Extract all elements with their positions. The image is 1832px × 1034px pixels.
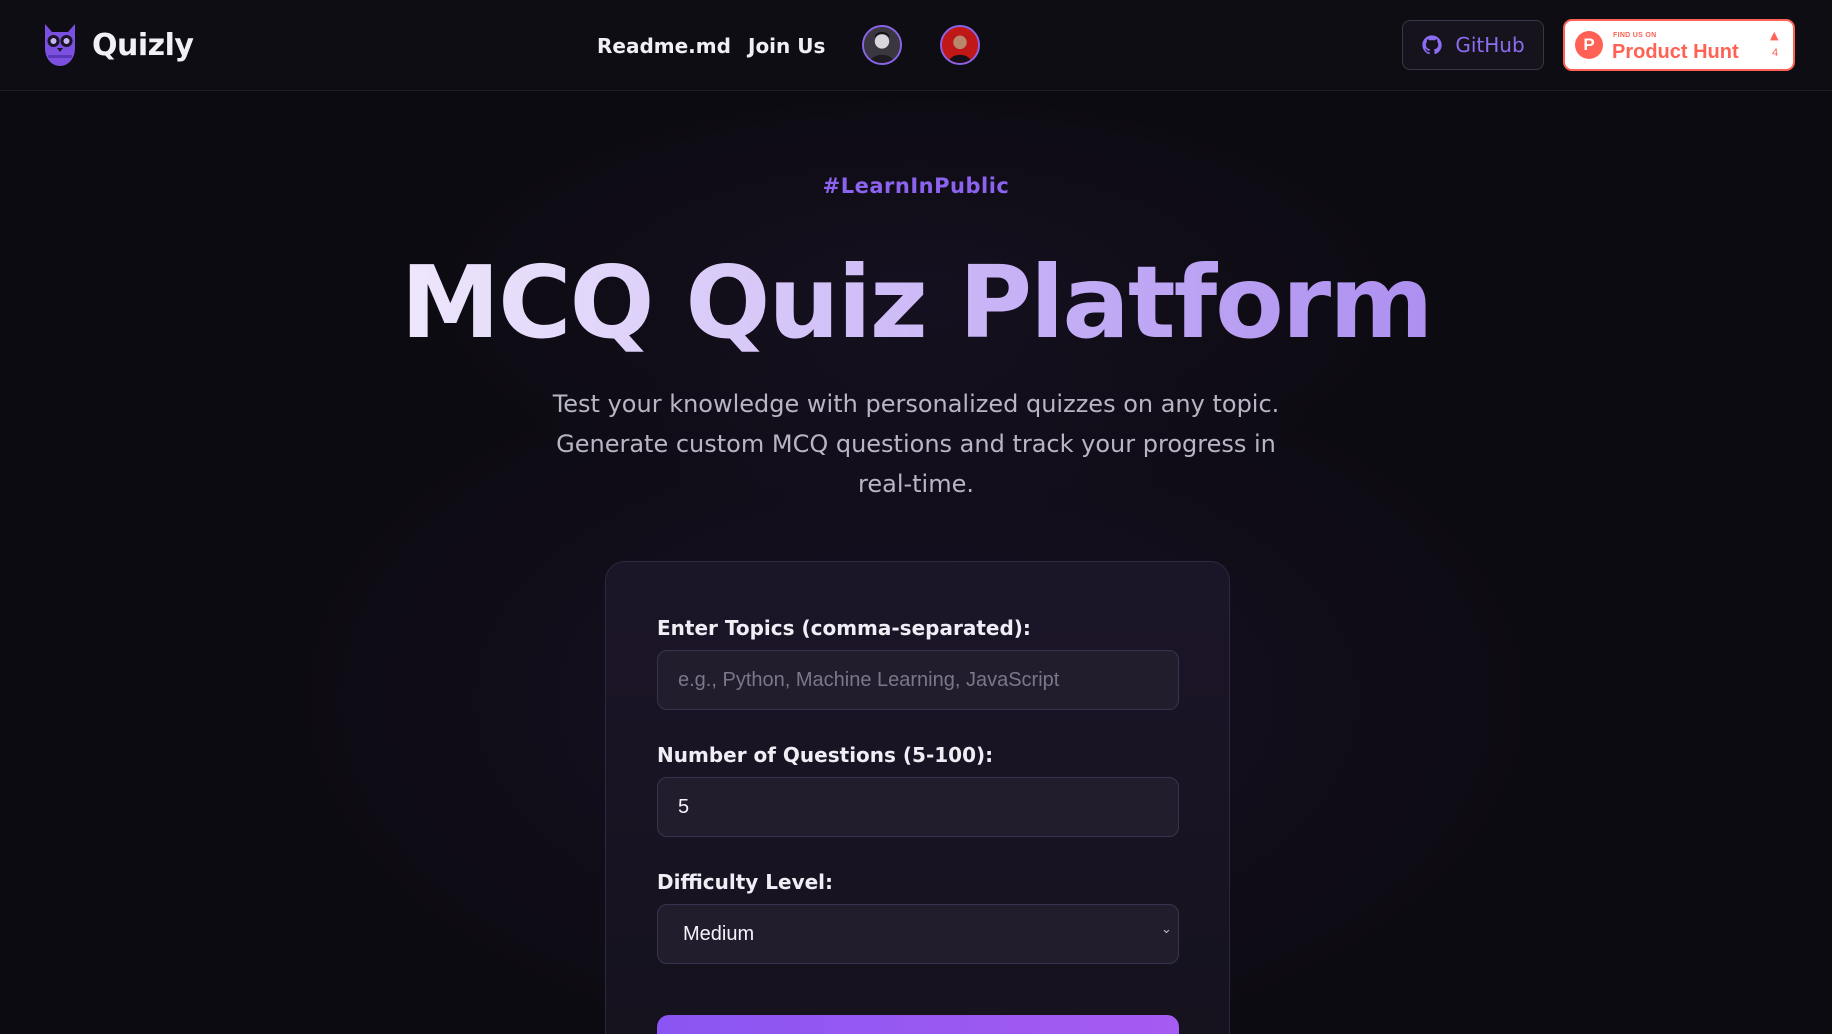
page-title: MCQ Quiz Platform <box>0 244 1832 361</box>
chevron-down-icon: ⌄ <box>1161 922 1172 937</box>
top-nav: Quizly Readme.md Join Us GitHub P FIND U… <box>0 0 1832 91</box>
person-avatar-icon <box>942 27 978 63</box>
github-icon <box>1422 35 1443 55</box>
product-hunt-logo-icon: P <box>1575 31 1603 59</box>
product-hunt-badge[interactable]: P FIND US ON Product Hunt ▲ 4 <box>1563 19 1795 71</box>
difficulty-select[interactable]: Medium <box>657 904 1179 964</box>
generate-quiz-button[interactable] <box>657 1015 1179 1034</box>
question-count-label: Number of Questions (5-100): <box>657 743 994 767</box>
nav-link-join-us[interactable]: Join Us <box>748 34 825 58</box>
topics-input[interactable] <box>657 650 1179 710</box>
owl-icon <box>45 24 75 66</box>
nav-link-readme[interactable]: Readme.md <box>597 34 731 58</box>
difficulty-label: Difficulty Level: <box>657 870 834 894</box>
product-hunt-small-text: FIND US ON <box>1613 32 1657 39</box>
github-label: GitHub <box>1455 33 1525 57</box>
upvote-arrow-icon: ▲ <box>1770 29 1779 42</box>
contributor-avatar-1[interactable] <box>862 25 902 65</box>
contributor-avatar-2[interactable] <box>940 25 980 65</box>
brand-name: Quizly <box>92 27 194 63</box>
hashtag-label: #LearnInPublic <box>822 174 1010 198</box>
product-hunt-title: Product Hunt <box>1612 41 1739 63</box>
product-hunt-upvote-count: 4 <box>1772 47 1779 59</box>
brand-home-link[interactable]: Quizly <box>42 22 194 68</box>
hero-subtitle: Test your knowledge with personalized qu… <box>552 390 1280 498</box>
question-count-input[interactable] <box>657 777 1179 837</box>
person-avatar-icon <box>864 27 900 63</box>
quiz-form-card: Enter Topics (comma-separated): Number o… <box>605 561 1230 1034</box>
topics-label: Enter Topics (comma-separated): <box>657 616 1031 640</box>
github-button[interactable]: GitHub <box>1402 20 1544 70</box>
